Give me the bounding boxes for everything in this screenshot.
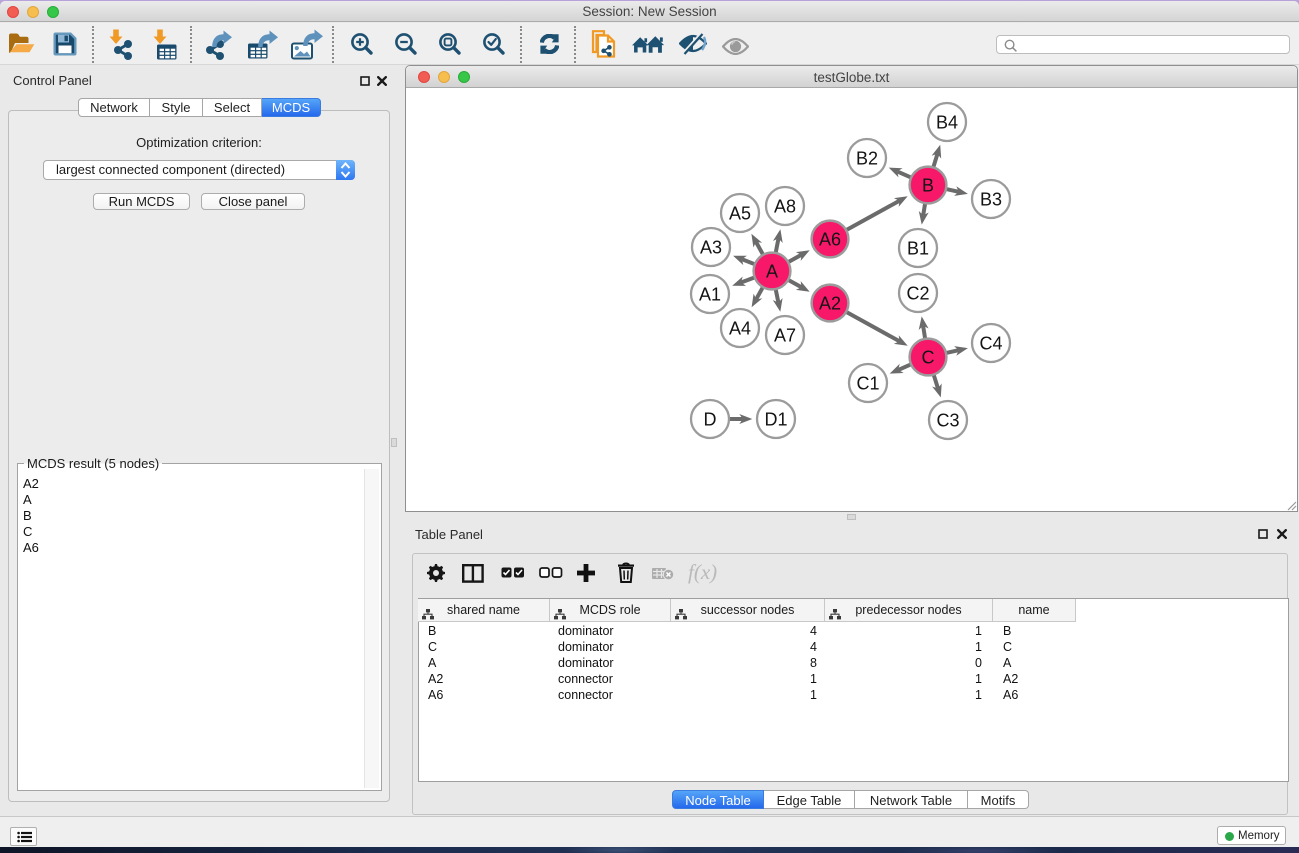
svg-text:B2: B2 [856,149,878,169]
svg-text:A: A [766,262,778,282]
svg-text:A3: A3 [700,238,722,258]
svg-text:D1: D1 [764,410,787,430]
svg-text:B1: B1 [907,239,929,259]
svg-text:A5: A5 [729,204,751,224]
svg-text:C4: C4 [979,334,1002,354]
svg-text:B3: B3 [980,190,1002,210]
svg-text:A1: A1 [699,285,721,305]
svg-text:C: C [922,348,935,368]
svg-text:A7: A7 [774,326,796,346]
svg-text:A4: A4 [729,319,751,339]
svg-text:A8: A8 [774,197,796,217]
svg-text:C2: C2 [906,284,929,304]
svg-text:B4: B4 [936,113,958,133]
svg-text:A2: A2 [819,294,841,314]
svg-text:C1: C1 [856,374,879,394]
svg-text:D: D [704,410,717,430]
svg-text:A6: A6 [819,230,841,250]
svg-text:C3: C3 [936,411,959,431]
svg-text:B: B [922,176,934,196]
